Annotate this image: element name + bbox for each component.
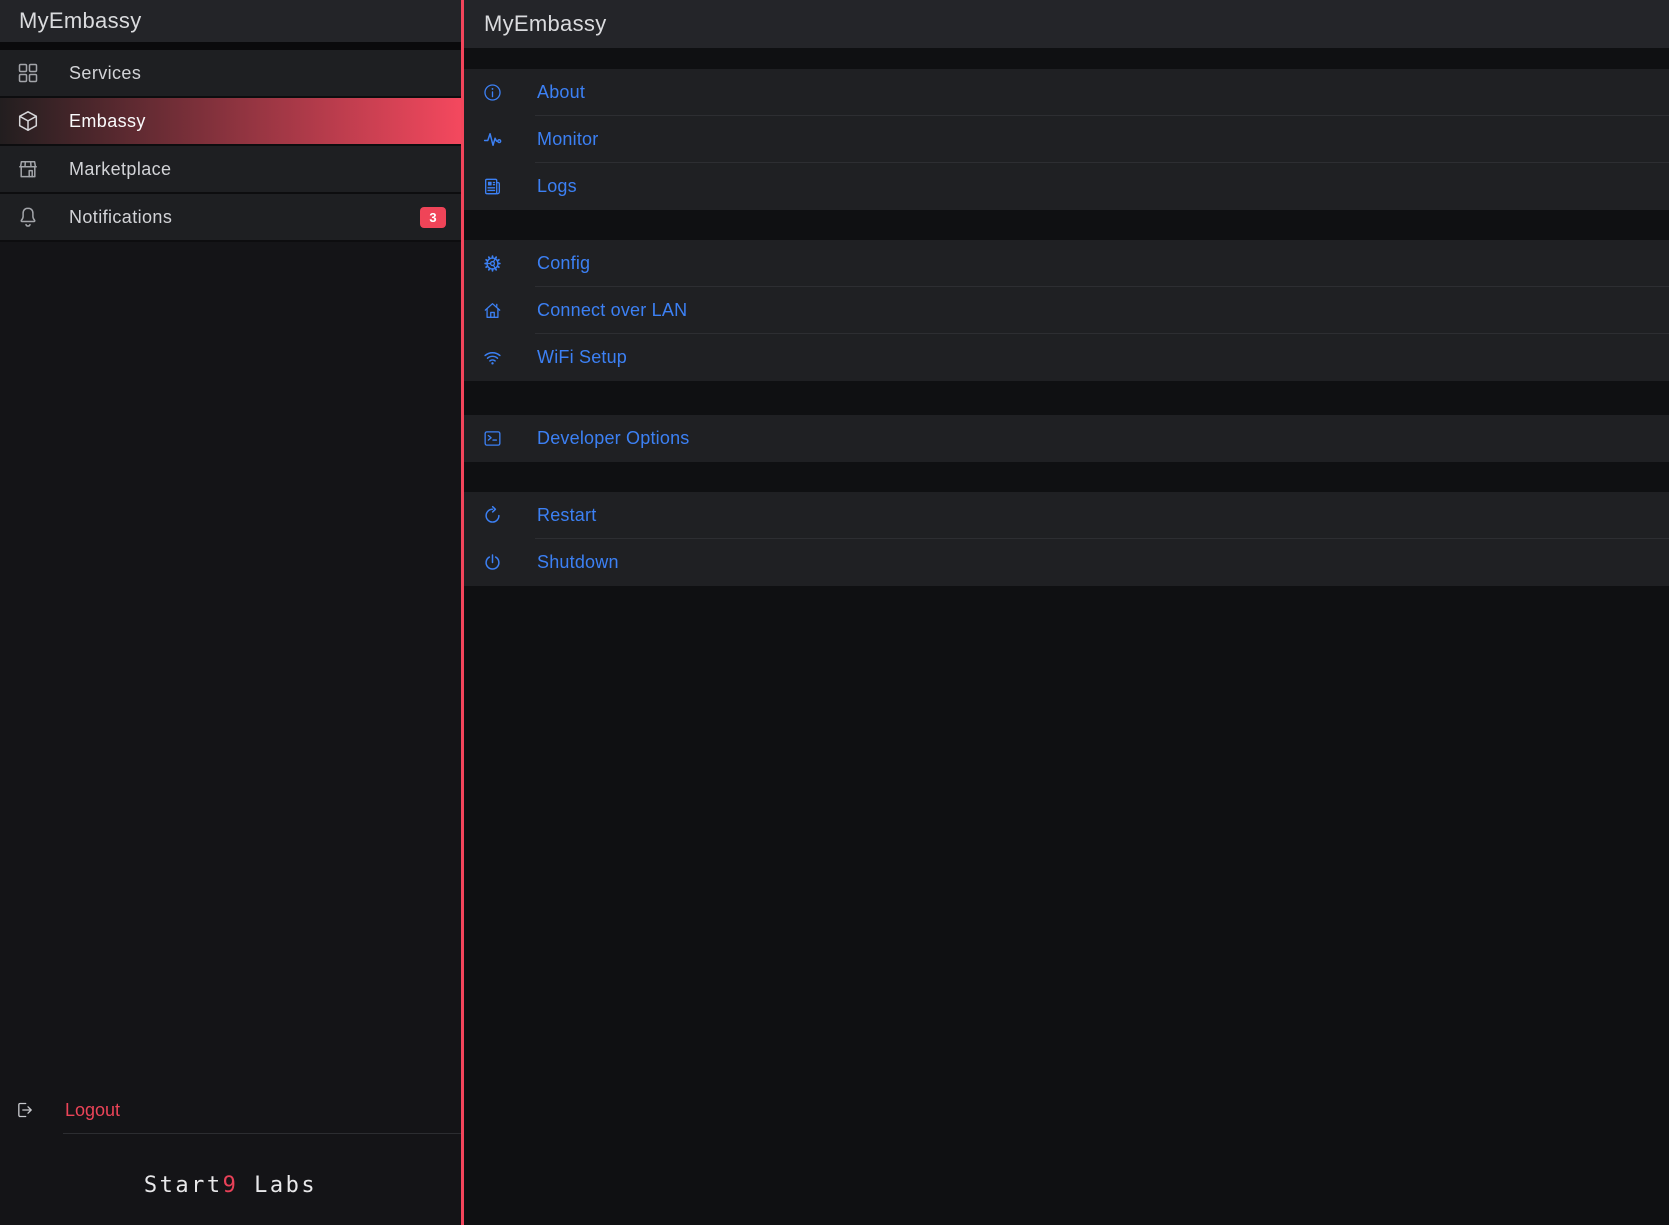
notifications-badge: 3: [420, 207, 446, 228]
server-menu: About Monitor: [464, 48, 1669, 1225]
menu-item-about[interactable]: About: [464, 69, 1669, 116]
menu-item-developer-options[interactable]: Developer Options: [464, 415, 1669, 462]
logout-label: Logout: [65, 1100, 120, 1121]
brand-logo: Start9 Labs: [0, 1134, 461, 1225]
power-icon: [482, 552, 503, 573]
sidebar-item-label: Notifications: [69, 207, 172, 228]
pulse-icon: [482, 129, 503, 150]
sidebar-item-label: Marketplace: [69, 159, 171, 180]
menu-group-info: About Monitor: [464, 69, 1669, 210]
menu-item-label: Logs: [537, 176, 577, 197]
brand-post: Labs: [238, 1173, 317, 1198]
sidebar-item-marketplace[interactable]: Marketplace: [0, 146, 461, 192]
refresh-icon: [482, 505, 503, 526]
sidebar-item-embassy[interactable]: Embassy: [0, 98, 461, 144]
menu-item-label: Shutdown: [537, 552, 619, 573]
menu-item-shutdown[interactable]: Shutdown: [464, 539, 1669, 586]
sidebar-title: MyEmbassy: [0, 0, 461, 42]
log-out-icon: [15, 1100, 35, 1120]
sidebar-menu: Services Embassy: [0, 50, 461, 242]
menu-item-config[interactable]: Config: [464, 240, 1669, 287]
bell-icon: [16, 205, 40, 229]
menu-item-wifi-setup[interactable]: WiFi Setup: [464, 334, 1669, 381]
sidebar-spacer: [0, 242, 461, 1087]
home-icon: [482, 300, 503, 321]
menu-item-logs[interactable]: Logs: [464, 163, 1669, 210]
page-title: MyEmbassy: [464, 0, 1669, 48]
sidebar-item-label: Embassy: [69, 111, 146, 132]
menu-group-config: Config Connect over LAN: [464, 240, 1669, 381]
menu-item-label: About: [537, 82, 585, 103]
menu-item-restart[interactable]: Restart: [464, 492, 1669, 539]
grid-icon: [16, 61, 40, 85]
menu-item-label: Config: [537, 253, 590, 274]
wifi-icon: [482, 347, 503, 368]
sidebar-header-divider: [0, 42, 461, 50]
sidebar-item-label: Services: [69, 63, 141, 84]
info-circle-icon: [482, 82, 503, 103]
sidebar-item-notifications[interactable]: Notifications 3: [0, 194, 461, 240]
storefront-icon: [16, 157, 40, 181]
sidebar: MyEmbassy Services: [0, 0, 464, 1225]
cog-icon: [482, 253, 503, 274]
menu-item-label: WiFi Setup: [537, 347, 627, 368]
logout-button[interactable]: Logout: [0, 1087, 461, 1133]
menu-item-monitor[interactable]: Monitor: [464, 116, 1669, 163]
app-root: MyEmbassy Services: [0, 0, 1669, 1225]
newspaper-icon: [482, 176, 503, 197]
menu-item-label: Monitor: [537, 129, 598, 150]
brand-pre: Start: [144, 1173, 223, 1198]
brand-accent: 9: [223, 1173, 239, 1198]
menu-item-label: Developer Options: [537, 428, 689, 449]
terminal-icon: [482, 428, 503, 449]
menu-item-label: Connect over LAN: [537, 300, 687, 321]
sidebar-item-services[interactable]: Services: [0, 50, 461, 96]
cube-icon: [16, 109, 40, 133]
menu-group-power: Restart Shutdown: [464, 492, 1669, 586]
menu-item-connect-lan[interactable]: Connect over LAN: [464, 287, 1669, 334]
menu-item-label: Restart: [537, 505, 596, 526]
menu-group-developer: Developer Options: [464, 415, 1669, 462]
main-panel: MyEmbassy About: [464, 0, 1669, 1225]
